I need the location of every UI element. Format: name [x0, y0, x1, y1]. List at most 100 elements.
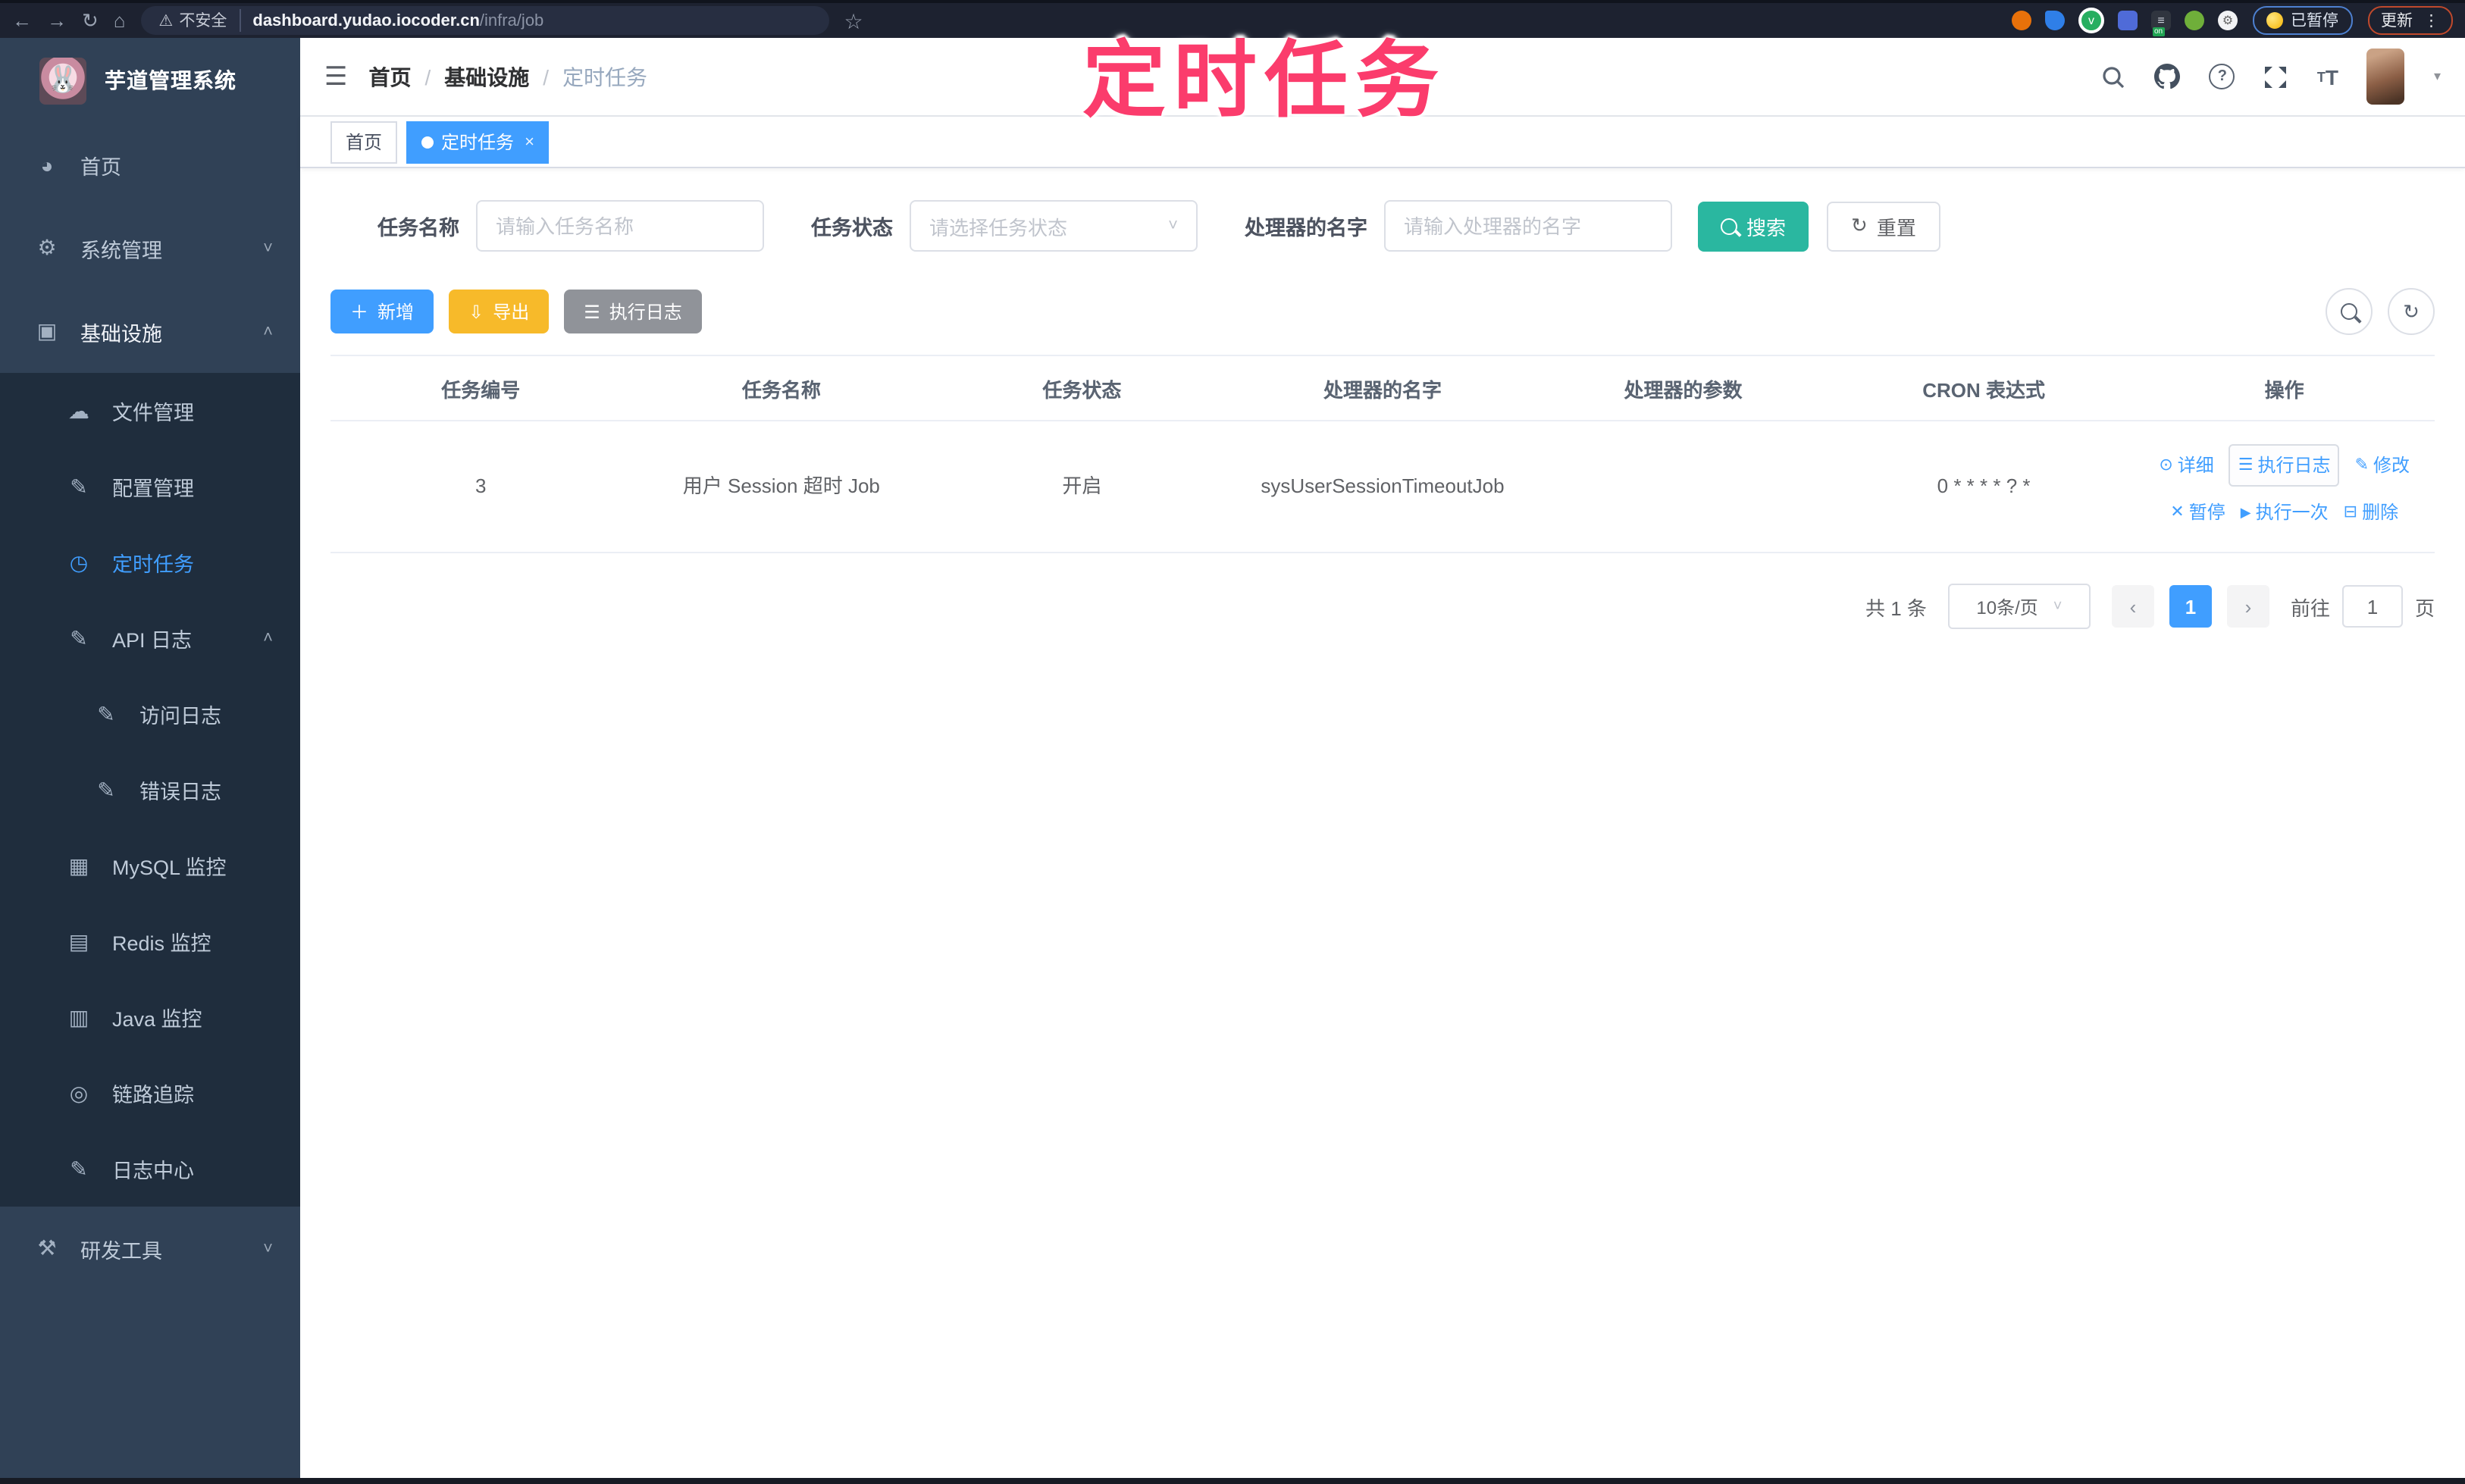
sidebar-item-label: 基础设施 — [80, 316, 162, 346]
refresh-icon: ↻ — [1851, 214, 1868, 238]
sidebar-item-file-management[interactable]: ☁ 文件管理 — [0, 373, 300, 449]
sidebar-item-scheduled-jobs[interactable]: ◷ 定时任务 — [0, 524, 300, 600]
close-icon[interactable]: × — [525, 133, 534, 151]
extension-list-icon[interactable]: ≡on — [2151, 11, 2171, 30]
extension-orange-icon[interactable] — [2012, 11, 2031, 30]
exec-log-link[interactable]: ☰执行日志 — [2229, 444, 2340, 487]
chevron-down-icon: ˅ — [263, 1239, 273, 1257]
chart-icon: ▦ — [61, 853, 97, 878]
col-cron: CRON 表达式 — [1834, 355, 2135, 421]
sidebar-item-dev-tools[interactable]: ⚒ 研发工具 ˅ — [0, 1207, 300, 1290]
cell-handler-param — [1533, 421, 1834, 553]
fullscreen-icon[interactable] — [2264, 64, 2288, 89]
browser-menu-icon[interactable]: ⋮ — [2423, 11, 2439, 30]
page-size-select[interactable]: 10条/页 ˅ — [1948, 584, 2091, 629]
filter-form: 任务名称 任务状态 请选择任务状态 ˅ 处理器的名字 搜索 — [377, 200, 2435, 252]
address-bar[interactable]: ⚠ 不安全 dashboard.yudao.iocoder.cn/infra/j… — [141, 6, 829, 35]
browser-toolbar: ← → ↻ ⌂ ⚠ 不安全 dashboard.yudao.iocoder.cn… — [0, 0, 2465, 38]
cell-cron: 0 * * * * ? * — [1834, 421, 2135, 553]
search-button[interactable]: 搜索 — [1698, 201, 1809, 251]
edit-link[interactable]: ✎修改 — [2355, 449, 2410, 482]
hamburger-icon[interactable]: ☰ — [324, 61, 348, 92]
sidebar-item-home[interactable]: ◕ 首页 — [0, 123, 300, 206]
site-security[interactable]: ⚠ 不安全 — [159, 9, 241, 32]
add-button[interactable]: ＋ 新增 — [330, 290, 434, 333]
sidebar-item-system[interactable]: ⚙ 系统管理 ˅ — [0, 206, 300, 290]
browser-home-icon[interactable]: ⌂ — [114, 11, 126, 30]
sidebar-item-redis-monitor[interactable]: ▤ Redis 监控 — [0, 903, 300, 979]
sidebar-item-mysql-monitor[interactable]: ▦ MySQL 监控 — [0, 828, 300, 903]
sidebar-item-config-management[interactable]: ✎ 配置管理 — [0, 449, 300, 524]
extension-blue-drop-icon[interactable] — [2045, 11, 2065, 30]
sidebar-item-label: Redis 监控 — [112, 926, 211, 956]
search-icon — [2341, 303, 2357, 320]
job-status-placeholder: 请选择任务状态 — [929, 211, 1067, 240]
pause-label: 暂停 — [2189, 496, 2225, 529]
search-icon[interactable] — [2102, 64, 2126, 89]
exec-log-button[interactable]: ☰ 执行日志 — [564, 290, 702, 333]
tab-paused-pill[interactable]: 已暂停 — [2253, 6, 2352, 35]
list-icon: ☰ — [584, 301, 600, 322]
breadcrumb-infrastructure[interactable]: 基础设施 — [444, 61, 529, 92]
breadcrumb-home[interactable]: 首页 — [369, 61, 412, 92]
next-page-button[interactable]: › — [2227, 585, 2269, 628]
pause-link[interactable]: ✕暂停 — [2170, 496, 2225, 529]
sidebar-item-label: 配置管理 — [112, 471, 194, 502]
extension-green-check-icon[interactable]: v — [2078, 8, 2104, 33]
sidebar-item-infrastructure[interactable]: ▣ 基础设施 ˄ — [0, 290, 300, 373]
user-avatar[interactable] — [2367, 49, 2405, 105]
bookmark-star-icon[interactable]: ☆ — [844, 10, 863, 31]
help-icon[interactable]: ? — [2210, 64, 2235, 89]
goto-prefix: 前往 — [2291, 592, 2330, 621]
handler-name-input[interactable] — [1384, 200, 1672, 252]
browser-back-icon[interactable]: ← — [12, 11, 32, 30]
search-icon — [1721, 218, 1737, 234]
warning-icon: ⚠ — [159, 11, 174, 30]
security-label: 不安全 — [179, 9, 227, 32]
toggle-search-button[interactable] — [2326, 288, 2373, 335]
eye-icon: ⊙ — [2159, 449, 2172, 482]
breadcrumb: 首页 / 基础设施 / 定时任务 — [369, 61, 648, 92]
browser-reload-icon[interactable]: ↻ — [82, 11, 99, 30]
delete-link[interactable]: ⊟删除 — [2344, 496, 2398, 529]
sidebar-item-java-monitor[interactable]: ▥ Java 监控 — [0, 979, 300, 1055]
extension-leaf-icon[interactable] — [2185, 11, 2204, 30]
tag-scheduled-jobs[interactable]: 定时任务 × — [406, 121, 550, 163]
export-button[interactable]: ⇩ 导出 — [449, 290, 549, 333]
sidebar-item-access-logs[interactable]: ✎ 访问日志 — [0, 676, 300, 752]
browser-forward-icon[interactable]: → — [47, 11, 67, 30]
tags-view-bar: 首页 定时任务 × — [300, 117, 2465, 168]
sidebar-menu: ◕ 首页 ⚙ 系统管理 ˅ ▣ 基础设施 ˄ ☁ 文件管理 — [0, 123, 300, 1484]
sidebar-item-error-logs[interactable]: ✎ 错误日志 — [0, 752, 300, 828]
browser-update-button[interactable]: 更新 ⋮ — [2367, 6, 2453, 35]
jobs-table: 任务编号 任务名称 任务状态 处理器的名字 处理器的参数 CRON 表达式 操作… — [330, 355, 2435, 553]
edit-icon: ✎ — [61, 474, 97, 499]
job-status-select[interactable]: 请选择任务状态 ˅ — [910, 200, 1198, 252]
extension-grid-icon[interactable] — [2118, 11, 2138, 30]
active-dot-icon — [421, 136, 434, 148]
pager-buttons: ‹ 1 › — [2112, 585, 2269, 628]
sidebar-item-log-center[interactable]: ✎ 日志中心 — [0, 1131, 300, 1207]
page-1-button[interactable]: 1 — [2169, 585, 2212, 628]
refresh-table-button[interactable]: ↻ — [2388, 288, 2435, 335]
goto-page-input[interactable] — [2342, 585, 2403, 628]
text-size-icon[interactable]: TT — [2317, 64, 2338, 89]
sidebar-item-tracing[interactable]: ◎ 链路追踪 — [0, 1055, 300, 1131]
detail-link[interactable]: ⊙详细 — [2159, 449, 2213, 482]
cross-icon: ✕ — [2170, 496, 2184, 529]
extensions-puzzle-icon[interactable]: ⚙ — [2218, 11, 2238, 30]
tag-home[interactable]: 首页 — [330, 121, 397, 163]
github-icon[interactable] — [2155, 64, 2181, 89]
run-once-link[interactable]: ▶执行一次 — [2241, 496, 2329, 529]
sidebar-item-api-logs[interactable]: ✎ API 日志 ˄ — [0, 600, 300, 676]
app-logo-row[interactable]: 🐰 芋道管理系统 — [0, 38, 300, 123]
col-job-status: 任务状态 — [932, 355, 1232, 421]
job-name-input[interactable] — [476, 200, 764, 252]
user-menu-caret-icon[interactable]: ▾ — [2434, 68, 2441, 85]
run-once-label: 执行一次 — [2256, 496, 2329, 529]
tag-label: 首页 — [346, 129, 382, 155]
reset-button[interactable]: ↻ 重置 — [1827, 201, 1940, 251]
main-panel: ☰ 首页 / 基础设施 / 定时任务 ? — [300, 38, 2465, 1484]
paused-label: 已暂停 — [2291, 9, 2338, 32]
prev-page-button[interactable]: ‹ — [2112, 585, 2154, 628]
